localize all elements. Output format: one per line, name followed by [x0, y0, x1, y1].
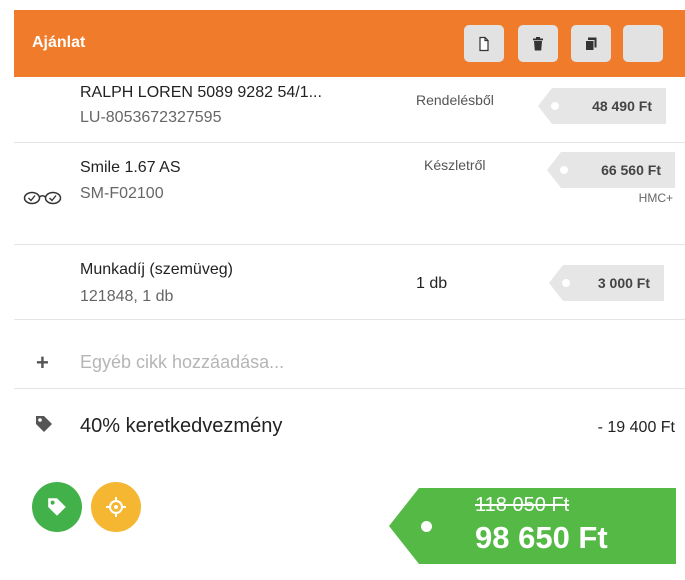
tag-icon [36, 416, 52, 432]
copy-button[interactable] [571, 25, 611, 62]
offer-header: Ajánlat [14, 10, 685, 77]
blank-header-button[interactable] [623, 25, 663, 62]
price-tag[interactable]: 3 000 Ft [549, 265, 664, 301]
price-tag[interactable]: 66 560 Ft [547, 152, 675, 188]
new-document-icon [479, 36, 489, 51]
discount-label: 40% keretkedvezmény [80, 415, 283, 437]
item-name: Munkadíj (szemüveg) [80, 261, 233, 278]
discount-button[interactable] [32, 482, 82, 532]
total-price-tag[interactable]: 118 050 Ft 98 650 Ft [389, 488, 676, 564]
tag-hole [560, 166, 568, 174]
item-code: LU-8053672327595 [80, 109, 222, 126]
item-code: 121848, 1 db [80, 288, 174, 305]
price-tag[interactable]: 48 490 Ft [538, 88, 666, 124]
item-source: Készletről [424, 157, 486, 173]
discount-row[interactable]: 40% keretkedvezmény - 19 400 Ft [14, 389, 685, 451]
list-item[interactable]: Smile 1.67 AS SM-F02100 Készletről 66 56… [14, 143, 685, 245]
item-name: RALPH LOREN 5089 9282 54/1... [80, 84, 322, 101]
new-document-button[interactable] [464, 25, 504, 62]
item-quantity: 1 db [416, 275, 448, 292]
item-price: 3 000 Ft [597, 275, 650, 291]
plus-icon[interactable]: + [36, 352, 49, 374]
tag-hole [421, 521, 432, 532]
glasses-icon [23, 191, 62, 205]
trash-icon [533, 36, 543, 50]
tag-icon [48, 498, 66, 516]
target-button[interactable] [91, 482, 141, 532]
original-total: 118 050 Ft [475, 494, 570, 516]
discount-value: - 19 400 Ft [597, 419, 675, 436]
delete-button[interactable] [518, 25, 558, 62]
coating-note: HMC+ [638, 191, 673, 205]
list-item[interactable]: RALPH LOREN 5089 9282 54/1... LU-8053672… [14, 77, 685, 143]
item-price: 48 490 Ft [592, 98, 652, 114]
tag-hole [562, 279, 570, 287]
item-name: Smile 1.67 AS [80, 159, 181, 176]
copy-icon [585, 37, 597, 51]
item-price: 66 560 Ft [601, 162, 661, 178]
item-code: SM-F02100 [80, 185, 164, 202]
list-item[interactable]: Munkadíj (szemüveg) 121848, 1 db 1 db 3 … [14, 245, 685, 320]
crosshair-icon [106, 497, 126, 517]
tag-hole [551, 102, 559, 110]
final-total: 98 650 Ft [475, 520, 608, 555]
add-item-row: + [14, 320, 685, 389]
header-title: Ajánlat [32, 34, 86, 51]
item-source: Rendelésből [416, 92, 494, 108]
offer-panel: Ajánlat RALPH LOREN 5089 9282 54/1... LU… [14, 10, 685, 580]
add-item-input[interactable] [80, 352, 640, 373]
